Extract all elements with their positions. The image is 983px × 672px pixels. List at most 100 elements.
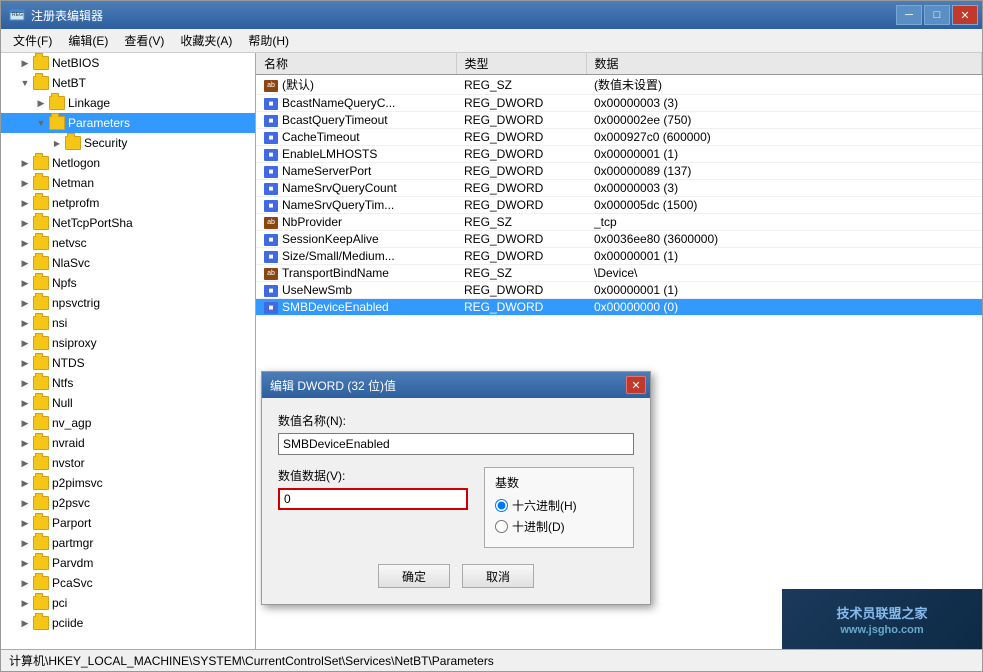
expander[interactable]: ▶ <box>17 295 33 311</box>
tree-item-netman[interactable]: ▶ Netman <box>1 173 255 193</box>
tree-item-npsvctrig[interactable]: ▶ npsvctrig <box>1 293 255 313</box>
tree-panel[interactable]: ▶ NetBIOS ▼ NetBT ▶ Linkage <box>1 53 256 649</box>
tree-item-pcasvc[interactable]: ▶ PcaSvc <box>1 573 255 593</box>
table-row[interactable]: ■EnableLMHOSTSREG_DWORD0x00000001 (1) <box>256 146 982 163</box>
expander[interactable]: ▶ <box>17 415 33 431</box>
tree-item-nvstor[interactable]: ▶ nvstor <box>1 453 255 473</box>
tree-item-nsi[interactable]: ▶ nsi <box>1 313 255 333</box>
tree-item-pci[interactable]: ▶ pci <box>1 593 255 613</box>
table-row[interactable]: ■NameSrvQueryTim...REG_DWORD0x000005dc (… <box>256 197 982 214</box>
expander[interactable]: ▶ <box>17 195 33 211</box>
expander-linkage[interactable]: ▶ <box>33 95 49 111</box>
tree-item-npfs[interactable]: ▶ Npfs <box>1 273 255 293</box>
col-type[interactable]: 类型 <box>456 53 586 75</box>
dialog-data-input[interactable] <box>278 488 468 510</box>
tree-item-linkage[interactable]: ▶ Linkage <box>1 93 255 113</box>
expander[interactable]: ▶ <box>17 155 33 171</box>
tree-label: nsi <box>52 316 67 330</box>
tree-item-netbt[interactable]: ▼ NetBT <box>1 73 255 93</box>
radio-dec[interactable] <box>495 520 508 533</box>
close-button[interactable]: ✕ <box>952 5 978 25</box>
tree-item-ntfs[interactable]: ▶ Ntfs <box>1 373 255 393</box>
expander-netbios[interactable]: ▶ <box>17 55 33 71</box>
tree-item-pciide[interactable]: ▶ pciide <box>1 613 255 633</box>
table-row[interactable]: ■BcastQueryTimeoutREG_DWORD0x000002ee (7… <box>256 112 982 129</box>
menu-help[interactable]: 帮助(H) <box>240 30 297 51</box>
table-row[interactable]: ■NameSrvQueryCountREG_DWORD0x00000003 (3… <box>256 180 982 197</box>
tree-item-partmgr[interactable]: ▶ partmgr <box>1 533 255 553</box>
maximize-button[interactable]: □ <box>924 5 950 25</box>
tree-item-null[interactable]: ▶ Null <box>1 393 255 413</box>
col-data[interactable]: 数据 <box>586 53 982 75</box>
col-name[interactable]: 名称 <box>256 53 456 75</box>
expander[interactable]: ▶ <box>17 275 33 291</box>
dialog-name-input[interactable] <box>278 433 634 455</box>
table-row[interactable]: ■SMBDeviceEnabledREG_DWORD0x00000000 (0) <box>256 299 982 316</box>
cell-data: 0x00000001 (1) <box>586 248 982 265</box>
expander[interactable]: ▶ <box>17 175 33 191</box>
tree-item-netbios[interactable]: ▶ NetBIOS <box>1 53 255 73</box>
folder-icon <box>33 356 49 370</box>
tree-item-netvsc[interactable]: ▶ netvsc <box>1 233 255 253</box>
dialog-cancel-button[interactable]: 取消 <box>462 564 534 588</box>
expander[interactable]: ▶ <box>17 555 33 571</box>
menu-favorites[interactable]: 收藏夹(A) <box>172 30 240 51</box>
tree-item-security[interactable]: ▶ Security <box>1 133 255 153</box>
expander[interactable]: ▶ <box>17 495 33 511</box>
table-row[interactable]: ■UseNewSmbREG_DWORD0x00000001 (1) <box>256 282 982 299</box>
table-row[interactable]: ■SessionKeepAliveREG_DWORD0x0036ee80 (36… <box>256 231 982 248</box>
tree-item-netprofm[interactable]: ▶ netprofm <box>1 193 255 213</box>
tree-item-parvdm[interactable]: ▶ Parvdm <box>1 553 255 573</box>
expander[interactable]: ▶ <box>17 315 33 331</box>
tree-item-nvraid[interactable]: ▶ nvraid <box>1 433 255 453</box>
expander[interactable]: ▶ <box>17 395 33 411</box>
table-row[interactable]: ■BcastNameQueryC...REG_DWORD0x00000003 (… <box>256 95 982 112</box>
table-row[interactable]: ab(默认)REG_SZ(数值未设置) <box>256 75 982 95</box>
table-row[interactable]: ■NameServerPortREG_DWORD0x00000089 (137) <box>256 163 982 180</box>
tree-item-nlasvc[interactable]: ▶ NlaSvc <box>1 253 255 273</box>
expander-netbt[interactable]: ▼ <box>17 75 33 91</box>
cell-name: abTransportBindName <box>256 265 456 282</box>
tree-item-p2pimsvc[interactable]: ▶ p2pimsvc <box>1 473 255 493</box>
expander[interactable]: ▶ <box>17 455 33 471</box>
dialog-ok-button[interactable]: 确定 <box>378 564 450 588</box>
expander[interactable]: ▶ <box>17 235 33 251</box>
minimize-button[interactable]: ─ <box>896 5 922 25</box>
expander[interactable]: ▶ <box>17 475 33 491</box>
dialog-base-group: 基数 十六进制(H) 十进制(D) <box>484 467 634 548</box>
expander-parameters[interactable]: ▼ <box>33 115 49 131</box>
tree-item-p2psvc[interactable]: ▶ p2psvc <box>1 493 255 513</box>
expander[interactable]: ▶ <box>17 615 33 631</box>
expander-security[interactable]: ▶ <box>49 135 65 151</box>
cell-name: ■UseNewSmb <box>256 282 456 299</box>
tree-item-nsiproxy[interactable]: ▶ nsiproxy <box>1 333 255 353</box>
radio-hex[interactable] <box>495 499 508 512</box>
tree-item-ntds[interactable]: ▶ NTDS <box>1 353 255 373</box>
tree-item-parameters[interactable]: ▼ Parameters <box>1 113 255 133</box>
table-row[interactable]: abTransportBindNameREG_SZ\Device\ <box>256 265 982 282</box>
expander[interactable]: ▶ <box>17 375 33 391</box>
menu-edit[interactable]: 编辑(E) <box>60 30 116 51</box>
table-row[interactable]: abNbProviderREG_SZ_tcp <box>256 214 982 231</box>
menu-view[interactable]: 查看(V) <box>116 30 172 51</box>
expander[interactable]: ▶ <box>17 435 33 451</box>
expander[interactable]: ▶ <box>17 595 33 611</box>
expander[interactable]: ▶ <box>17 335 33 351</box>
table-row[interactable]: ■CacheTimeoutREG_DWORD0x000927c0 (600000… <box>256 129 982 146</box>
expander[interactable]: ▶ <box>17 255 33 271</box>
menu-file[interactable]: 文件(F) <box>5 30 60 51</box>
expander[interactable]: ▶ <box>17 515 33 531</box>
expander[interactable]: ▶ <box>17 535 33 551</box>
expander[interactable]: ▶ <box>17 215 33 231</box>
dialog-close-button[interactable]: ✕ <box>626 376 646 394</box>
dialog-value-group: 数值数据(V): <box>278 467 468 510</box>
tree-item-netlogon[interactable]: ▶ Netlogon <box>1 153 255 173</box>
expander[interactable]: ▶ <box>17 575 33 591</box>
tree-item-parport[interactable]: ▶ Parport <box>1 513 255 533</box>
table-row[interactable]: ■Size/Small/Medium...REG_DWORD0x00000001… <box>256 248 982 265</box>
tree-label: NetTcpPortSha <box>52 216 133 230</box>
tree-item-nettcpportsha[interactable]: ▶ NetTcpPortSha <box>1 213 255 233</box>
cell-data: (数值未设置) <box>586 75 982 95</box>
tree-item-nv-agp[interactable]: ▶ nv_agp <box>1 413 255 433</box>
expander[interactable]: ▶ <box>17 355 33 371</box>
